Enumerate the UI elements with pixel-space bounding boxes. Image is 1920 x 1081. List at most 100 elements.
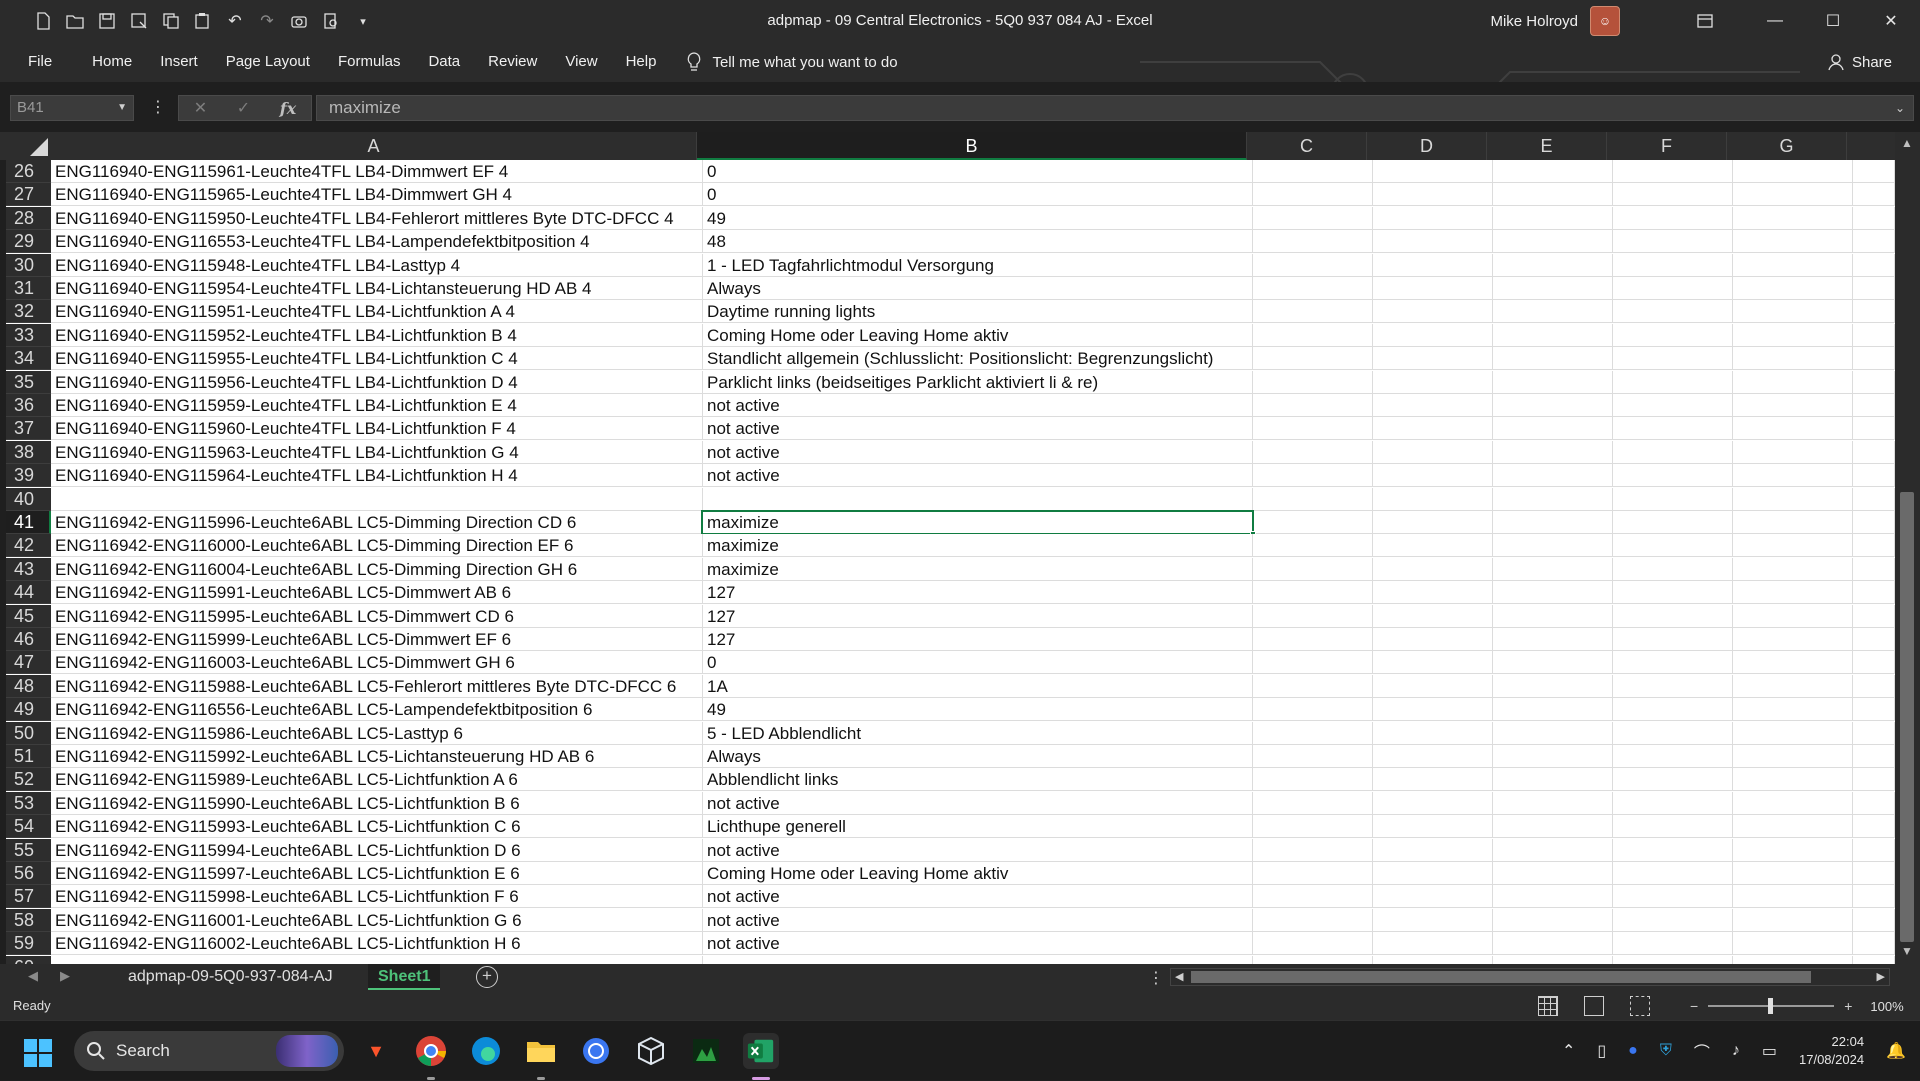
row-header[interactable]: 54	[6, 815, 51, 839]
new-file-icon[interactable]	[28, 6, 58, 36]
cell-g[interactable]	[1733, 206, 1853, 230]
cell-h[interactable]	[1853, 534, 1895, 558]
share-button[interactable]: Share	[1828, 42, 1892, 82]
cell-a[interactable]: ENG116942-ENG116556-Leuchte6ABL LC5-Lamp…	[51, 698, 703, 722]
paste-icon[interactable]	[188, 6, 218, 36]
cell-e[interactable]	[1493, 557, 1613, 581]
tab-formulas[interactable]: Formulas	[324, 42, 415, 82]
cell-a[interactable]: ENG116940-ENG115964-Leuchte4TFL LB4-Lich…	[51, 464, 703, 488]
cell-g[interactable]	[1733, 932, 1853, 956]
account-area[interactable]: Mike Holroyd ☺	[1490, 0, 1620, 42]
cell-f[interactable]	[1613, 862, 1733, 885]
tab-page-layout[interactable]: Page Layout	[212, 42, 324, 82]
cell-a[interactable]: ENG116942-ENG115994-Leuchte6ABL LC5-Lich…	[51, 838, 703, 862]
wifi-icon[interactable]: ⌒	[1694, 1039, 1710, 1063]
cell-h[interactable]	[1853, 698, 1895, 722]
cell-c[interactable]	[1253, 674, 1373, 698]
row-header[interactable]: 28	[6, 206, 51, 230]
cell-d[interactable]	[1373, 604, 1493, 628]
cell-d[interactable]	[1373, 651, 1493, 675]
cell-a[interactable]: ENG116942-ENG115999-Leuchte6ABL LC5-Dimm…	[51, 628, 703, 651]
cell-g[interactable]	[1733, 698, 1853, 722]
cell-e[interactable]	[1493, 698, 1613, 722]
row-header[interactable]: 47	[6, 651, 51, 675]
cell-g[interactable]	[1733, 300, 1853, 324]
cell-h[interactable]	[1853, 557, 1895, 581]
volume-icon[interactable]: ♪	[1732, 1042, 1740, 1060]
cell-g[interactable]	[1733, 885, 1853, 909]
cell-d[interactable]	[1373, 674, 1493, 698]
cell-b[interactable]: maximize	[703, 557, 1253, 581]
cell-g[interactable]	[1733, 791, 1853, 815]
cell-f[interactable]	[1613, 370, 1733, 394]
cell-d[interactable]	[1373, 300, 1493, 324]
cell-e[interactable]	[1493, 464, 1613, 488]
cell-c[interactable]	[1253, 300, 1373, 324]
row-header[interactable]: 53	[6, 791, 51, 815]
zoom-out-icon[interactable]: −	[1690, 998, 1698, 1014]
cell-b[interactable]: 0	[703, 183, 1253, 207]
row-header[interactable]: 31	[6, 277, 51, 300]
normal-view-icon[interactable]	[1538, 996, 1558, 1016]
previous-sheet-icon[interactable]: ◀	[28, 968, 38, 984]
cell-g[interactable]	[1733, 908, 1853, 932]
scroll-right-icon[interactable]: ▶	[1877, 969, 1885, 985]
cell-b[interactable]: 5 - LED Abblendlicht	[703, 721, 1253, 745]
cell-c[interactable]	[1253, 440, 1373, 464]
cell-e[interactable]	[1493, 908, 1613, 932]
cell-d[interactable]	[1373, 277, 1493, 300]
cell-f[interactable]	[1613, 581, 1733, 605]
cell-f[interactable]	[1613, 628, 1733, 651]
row-header[interactable]: 34	[6, 347, 51, 371]
row-header[interactable]: 51	[6, 745, 51, 768]
windows-start-icon[interactable]	[24, 1039, 52, 1067]
print-preview-icon[interactable]	[316, 6, 346, 36]
cell-b[interactable]: Daytime running lights	[703, 300, 1253, 324]
cell-g[interactable]	[1733, 370, 1853, 394]
scroll-thumb[interactable]	[1900, 492, 1914, 942]
row-header[interactable]: 57	[6, 885, 51, 909]
virtualbox-icon[interactable]	[633, 1033, 669, 1069]
row-header[interactable]: 49	[6, 698, 51, 722]
ribbon-display-options-icon[interactable]	[1690, 6, 1720, 36]
open-folder-icon[interactable]	[60, 6, 90, 36]
cell-b[interactable]: 1A	[703, 674, 1253, 698]
cell-f[interactable]	[1613, 932, 1733, 956]
cell-a[interactable]: ENG116940-ENG115961-Leuchte4TFL LB4-Dimm…	[51, 160, 703, 183]
save-as-icon[interactable]	[124, 6, 154, 36]
cell-g[interactable]	[1733, 581, 1853, 605]
save-icon[interactable]	[92, 6, 122, 36]
cell-c[interactable]	[1253, 932, 1373, 956]
minimize-icon[interactable]: —	[1746, 0, 1804, 42]
cell-h[interactable]	[1853, 791, 1895, 815]
cell-f[interactable]	[1613, 651, 1733, 675]
zoom-slider[interactable]	[1708, 998, 1835, 1014]
cell-a[interactable]	[51, 487, 703, 511]
page-break-view-icon[interactable]	[1630, 996, 1650, 1016]
cell-h[interactable]	[1853, 323, 1895, 347]
cell-b[interactable]: Coming Home oder Leaving Home aktiv	[703, 323, 1253, 347]
cell-e[interactable]	[1493, 838, 1613, 862]
cell-g[interactable]	[1733, 160, 1853, 183]
cell-h[interactable]	[1853, 487, 1895, 511]
insert-function-icon[interactable]: fx	[280, 99, 296, 118]
cell-f[interactable]	[1613, 721, 1733, 745]
chrome-icon[interactable]	[413, 1033, 449, 1069]
cell-e[interactable]	[1493, 815, 1613, 839]
cell-f[interactable]	[1613, 768, 1733, 792]
cell-h[interactable]	[1853, 160, 1895, 183]
cell-a[interactable]: ENG116942-ENG115989-Leuchte6ABL LC5-Lich…	[51, 768, 703, 792]
cell-h[interactable]	[1853, 885, 1895, 909]
cell-c[interactable]	[1253, 206, 1373, 230]
brave-icon[interactable]: ▼	[358, 1033, 394, 1069]
cell-f[interactable]	[1613, 511, 1733, 534]
cell-a[interactable]	[51, 955, 703, 964]
row-header[interactable]: 60	[6, 955, 51, 964]
row-header[interactable]: 56	[6, 862, 51, 885]
cell-d[interactable]	[1373, 160, 1493, 183]
tab-data[interactable]: Data	[414, 42, 474, 82]
cell-c[interactable]	[1253, 511, 1373, 534]
sheet-tab-sheet1[interactable]: Sheet1	[368, 964, 441, 990]
cell-b[interactable]: 127	[703, 581, 1253, 605]
tab-splitter-icon[interactable]: ⋮	[1148, 968, 1164, 988]
